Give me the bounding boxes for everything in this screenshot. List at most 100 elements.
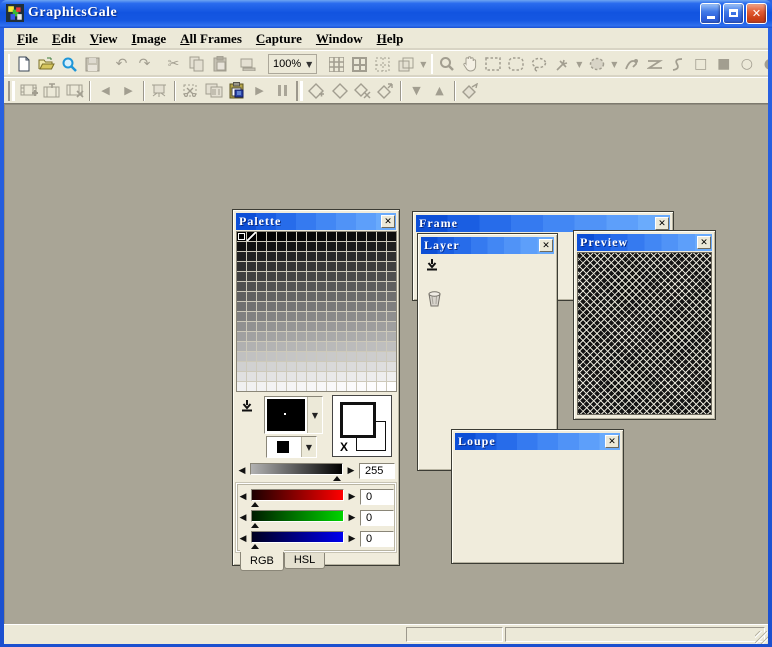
- palette-cell-81[interactable]: [247, 282, 256, 291]
- palette-cell-244[interactable]: [277, 382, 286, 391]
- palette-cell-166[interactable]: [297, 332, 306, 341]
- palette-cell-222[interactable]: [377, 362, 386, 371]
- palette-cell-85[interactable]: [287, 282, 296, 291]
- palette-cell-212[interactable]: [277, 362, 286, 371]
- palette-cell-1[interactable]: [247, 232, 256, 241]
- palette-cell-98[interactable]: [257, 292, 266, 301]
- palette-cell-103[interactable]: [307, 292, 316, 301]
- palette-cell-251[interactable]: [347, 382, 356, 391]
- zoom-level-combobox[interactable]: 100% ▼: [268, 54, 317, 74]
- palette-cell-239[interactable]: [387, 372, 396, 381]
- ellipse-outline-button[interactable]: ○: [735, 53, 758, 75]
- palette-cell-111[interactable]: [387, 292, 396, 301]
- palette-cell-91[interactable]: [347, 282, 356, 291]
- foreground-dropdown[interactable]: ▼: [307, 397, 322, 433]
- duplicate-layer-button[interactable]: [328, 80, 351, 102]
- palette-cell-102[interactable]: [297, 292, 306, 301]
- palette-cell-245[interactable]: [287, 382, 296, 391]
- palette-cell-141[interactable]: [367, 312, 376, 321]
- palette-cell-186[interactable]: [337, 342, 346, 351]
- preview-panel-close-button[interactable]: ✕: [697, 236, 711, 249]
- palette-cell-7[interactable]: [307, 232, 316, 241]
- palette-cell-158[interactable]: [377, 322, 386, 331]
- palette-cell-121[interactable]: [327, 302, 336, 311]
- palette-cell-49[interactable]: [247, 262, 256, 271]
- palette-cell-35[interactable]: [267, 252, 276, 261]
- palette-cell-137[interactable]: [327, 312, 336, 321]
- palette-cell-34[interactable]: [257, 252, 266, 261]
- palette-cell-10[interactable]: [337, 232, 346, 241]
- palette-cell-168[interactable]: [317, 332, 326, 341]
- palette-cell-219[interactable]: [347, 362, 356, 371]
- grid-tile-button[interactable]: [348, 53, 371, 75]
- palette-cell-115[interactable]: [267, 302, 276, 311]
- palette-cell-196[interactable]: [277, 352, 286, 361]
- fg-bg-indicator[interactable]: X: [332, 395, 392, 457]
- add-layer-button[interactable]: [305, 80, 328, 102]
- curve-tool-button[interactable]: [666, 53, 689, 75]
- palette-cell-20[interactable]: [277, 242, 286, 251]
- palette-cell-92[interactable]: [357, 282, 366, 291]
- palette-cell-106[interactable]: [337, 292, 346, 301]
- palette-cell-118[interactable]: [297, 302, 306, 311]
- frame-panel-close-button[interactable]: ✕: [655, 217, 669, 230]
- palette-cell-202[interactable]: [337, 352, 346, 361]
- palette-cell-240[interactable]: [237, 382, 246, 391]
- red-thumb[interactable]: [251, 502, 259, 507]
- palette-cell-110[interactable]: [377, 292, 386, 301]
- palette-cell-114[interactable]: [257, 302, 266, 311]
- palette-cell-146[interactable]: [257, 322, 266, 331]
- palette-cell-83[interactable]: [267, 282, 276, 291]
- palette-cell-189[interactable]: [367, 342, 376, 351]
- palette-cell-163[interactable]: [267, 332, 276, 341]
- blue-value[interactable]: 0: [360, 531, 394, 547]
- palette-cell-135[interactable]: [307, 312, 316, 321]
- palette-cell-204[interactable]: [357, 352, 366, 361]
- palette-cell-48[interactable]: [237, 262, 246, 271]
- alpha-increase-button[interactable]: ▶: [346, 466, 356, 476]
- palette-cell-198[interactable]: [297, 352, 306, 361]
- palette-cell-87[interactable]: [307, 282, 316, 291]
- palette-cell-152[interactable]: [317, 322, 326, 331]
- rect-filled-button[interactable]: ■: [712, 53, 735, 75]
- alpha-value[interactable]: 255: [359, 463, 395, 479]
- merge-layer-button[interactable]: [459, 80, 482, 102]
- palette-cell-208[interactable]: [237, 362, 246, 371]
- palette-cell-203[interactable]: [347, 352, 356, 361]
- palette-cell-229[interactable]: [287, 372, 296, 381]
- loupe-panel-close-button[interactable]: ✕: [605, 435, 619, 448]
- palette-cell-32[interactable]: [237, 252, 246, 261]
- palette-cell-184[interactable]: [317, 342, 326, 351]
- grid-pixel-button[interactable]: [325, 53, 348, 75]
- background-dropdown[interactable]: ▼: [301, 437, 316, 457]
- palette-cell-153[interactable]: [327, 322, 336, 331]
- palette-cell-134[interactable]: [297, 312, 306, 321]
- palette-cell-74[interactable]: [337, 272, 346, 281]
- frame-properties-button[interactable]: [148, 80, 171, 102]
- menu-item-view[interactable]: View: [83, 29, 125, 49]
- palette-cell-164[interactable]: [277, 332, 286, 341]
- palette-cell-190[interactable]: [377, 342, 386, 351]
- palette-cell-211[interactable]: [267, 362, 276, 371]
- green-decrease-button[interactable]: ◀: [238, 513, 248, 523]
- palette-cell-216[interactable]: [317, 362, 326, 371]
- cut-frame-button[interactable]: [179, 80, 202, 102]
- palette-cell-128[interactable]: [237, 312, 246, 321]
- palette-cell-218[interactable]: [337, 362, 346, 371]
- palette-cell-209[interactable]: [247, 362, 256, 371]
- palette-cell-63[interactable]: [387, 262, 396, 271]
- palette-cell-167[interactable]: [307, 332, 316, 341]
- green-thumb[interactable]: [251, 523, 259, 528]
- palette-cell-101[interactable]: [287, 292, 296, 301]
- palette-cell-59[interactable]: [347, 262, 356, 271]
- palette-cell-76[interactable]: [357, 272, 366, 281]
- palette-cell-84[interactable]: [277, 282, 286, 291]
- palette-cell-88[interactable]: [317, 282, 326, 291]
- palette-cell-66[interactable]: [257, 272, 266, 281]
- palette-cell-50[interactable]: [257, 262, 266, 271]
- palette-cell-122[interactable]: [337, 302, 346, 311]
- add-frame-button[interactable]: [17, 80, 40, 102]
- palette-cell-67[interactable]: [267, 272, 276, 281]
- palette-cell-235[interactable]: [347, 372, 356, 381]
- palette-cell-68[interactable]: [277, 272, 286, 281]
